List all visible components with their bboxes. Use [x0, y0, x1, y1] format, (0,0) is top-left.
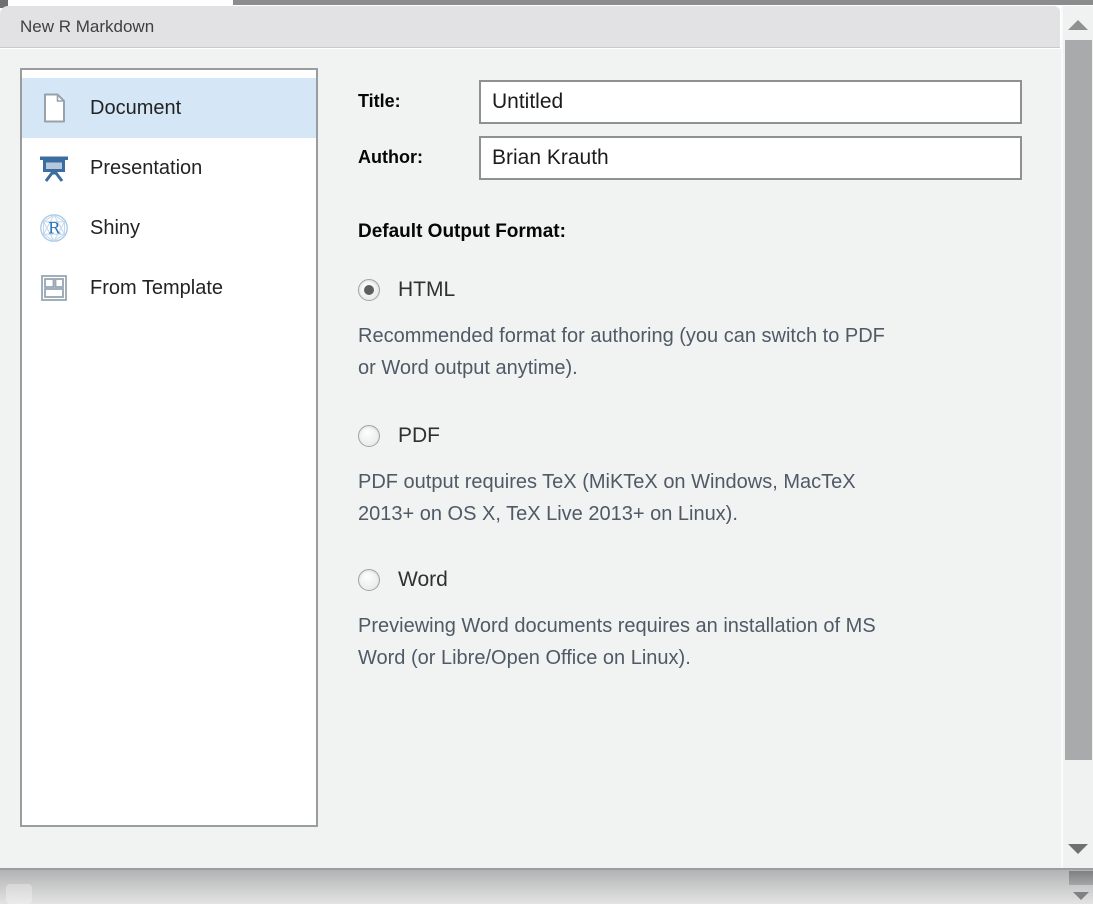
window-top-edge	[233, 0, 1093, 5]
dialog-titlebar: New R Markdown	[0, 6, 1060, 48]
outer-scroll-down-icon[interactable]	[1073, 892, 1089, 900]
sidebar-item-label: From Template	[90, 277, 223, 300]
author-label: Author:	[358, 147, 423, 168]
format-html-description: Recommended format for authoring (you ca…	[358, 320, 885, 384]
format-pdf-description: PDF output requires TeX (MiKTeX on Windo…	[358, 466, 856, 530]
sidebar-item-from-template[interactable]: From Template	[22, 258, 316, 318]
svg-text:R: R	[48, 219, 61, 238]
sidebar-item-label: Presentation	[90, 157, 202, 180]
scroll-down-icon[interactable]	[1068, 844, 1088, 854]
title-input[interactable]	[479, 80, 1022, 124]
format-option-word[interactable]: Word	[358, 568, 448, 592]
format-word-label: Word	[398, 568, 448, 592]
format-pdf-label: PDF	[398, 424, 440, 448]
dialog-title: New R Markdown	[20, 17, 154, 37]
sidebar-item-presentation[interactable]: Presentation	[22, 138, 316, 198]
format-html-label: HTML	[398, 278, 455, 302]
description-line: 2013+ on OS X, TeX Live 2013+ on Linux).	[358, 498, 856, 530]
description-line: Recommended format for authoring (you ca…	[358, 320, 885, 352]
description-line: PDF output requires TeX (MiKTeX on Windo…	[358, 466, 856, 498]
radio-html-icon[interactable]	[358, 279, 380, 301]
bottom-bar	[0, 870, 1093, 904]
sidebar-item-document[interactable]: Document	[22, 78, 316, 138]
sidebar-item-label: Shiny	[90, 217, 140, 240]
scrollbar-thumb[interactable]	[1065, 40, 1092, 760]
outer-scrollbar-thumb[interactable]	[1069, 871, 1093, 885]
format-option-html[interactable]: HTML	[358, 278, 455, 302]
bottom-bar-highlight	[6, 884, 32, 904]
format-option-pdf[interactable]: PDF	[358, 424, 440, 448]
description-line: Previewing Word documents requires an in…	[358, 610, 876, 642]
description-line: Word (or Libre/Open Office on Linux).	[358, 642, 876, 674]
output-format-heading: Default Output Format:	[358, 221, 566, 243]
outer-scrollbar-segment[interactable]	[1069, 870, 1093, 904]
shiny-icon: R	[38, 213, 70, 243]
sidebar-item-shiny[interactable]: R Shiny	[22, 198, 316, 258]
document-icon	[38, 93, 70, 123]
radio-pdf-icon[interactable]	[358, 425, 380, 447]
author-input[interactable]	[479, 136, 1022, 180]
presentation-icon	[38, 153, 70, 183]
vertical-scrollbar[interactable]	[1061, 6, 1093, 868]
template-icon	[38, 274, 70, 302]
radio-word-icon[interactable]	[358, 569, 380, 591]
description-line: or Word output anytime).	[358, 352, 885, 384]
scroll-up-icon[interactable]	[1068, 20, 1088, 30]
sidebar-item-label: Document	[90, 97, 181, 120]
title-label: Title:	[358, 91, 401, 112]
template-list: Document Presentation R Shiny	[20, 68, 318, 827]
format-word-description: Previewing Word documents requires an in…	[358, 610, 876, 674]
